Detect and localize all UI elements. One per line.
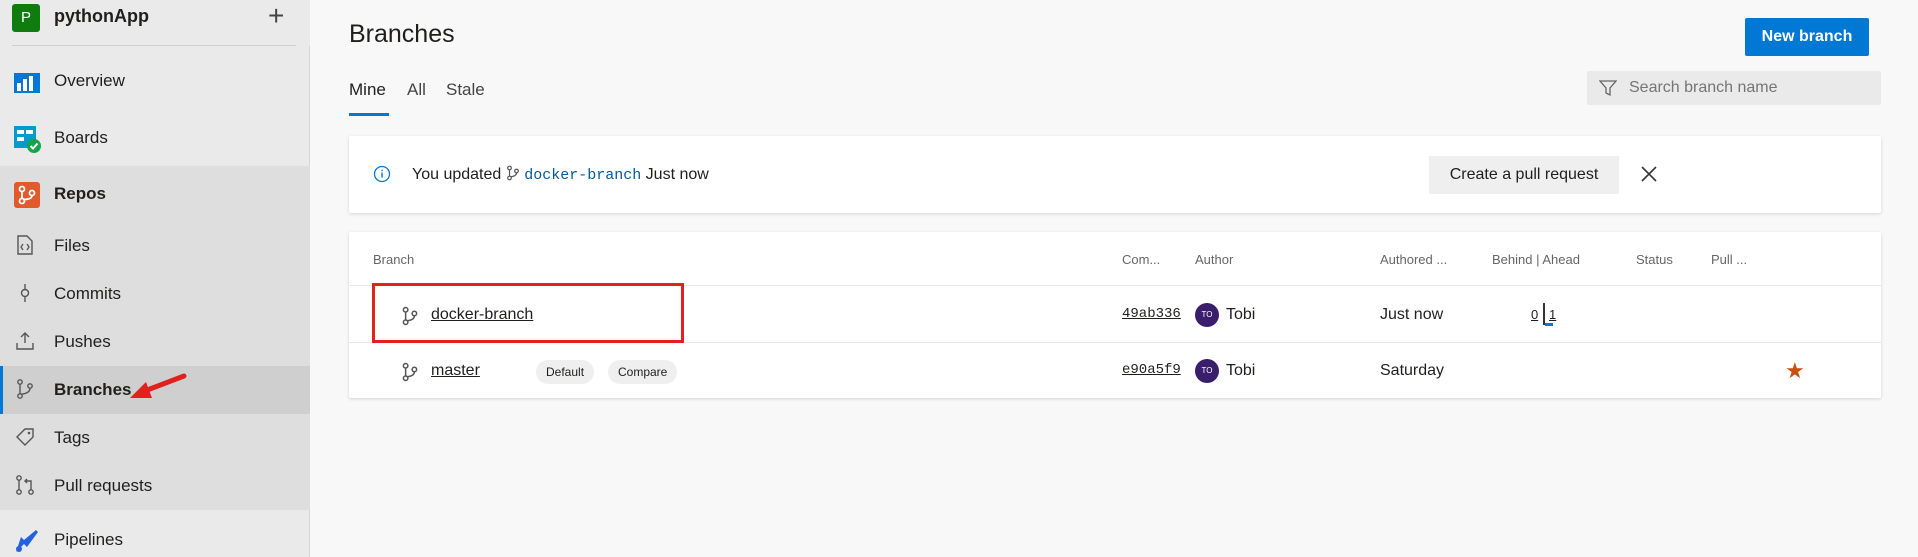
header-pull[interactable]: Pull ... bbox=[1711, 252, 1747, 267]
arrow-annotation-icon bbox=[130, 373, 187, 398]
sidebar-item-pipelines[interactable]: Pipelines bbox=[0, 516, 310, 557]
tab-mine[interactable]: Mine bbox=[349, 80, 386, 100]
sidebar-item-label: Commits bbox=[54, 284, 122, 303]
page-title: Branches bbox=[349, 20, 455, 48]
header-branch[interactable]: Branch bbox=[373, 252, 414, 267]
repos-icon bbox=[14, 182, 40, 208]
banner-suffix: Just now bbox=[645, 166, 709, 183]
default-badge: Default bbox=[536, 360, 595, 384]
filter-icon bbox=[1599, 80, 1617, 97]
commit-link[interactable]: 49ab336 bbox=[1122, 306, 1181, 322]
banner-branch-link[interactable]: docker-branch bbox=[524, 167, 641, 184]
tab-stale[interactable]: Stale bbox=[446, 80, 485, 100]
project-avatar[interactable]: P bbox=[12, 4, 40, 32]
tag-icon bbox=[16, 428, 34, 446]
branch-icon bbox=[506, 165, 519, 181]
sidebar-item-pushes[interactable]: Pushes bbox=[0, 318, 310, 366]
divider bbox=[12, 45, 296, 46]
header-authored[interactable]: Authored ... bbox=[1380, 252, 1447, 267]
compare-badge: Compare bbox=[608, 360, 678, 384]
sidebar-item-label: Pipelines bbox=[54, 530, 123, 549]
pull-request-icon bbox=[16, 475, 34, 495]
overview-icon bbox=[14, 73, 40, 93]
close-icon[interactable] bbox=[1637, 162, 1661, 186]
project-header: P pythonApp + bbox=[0, 0, 310, 46]
sidebar-item-label: Pull requests bbox=[54, 476, 153, 495]
sidebar-item-tags[interactable]: Tags bbox=[0, 414, 310, 462]
boards-icon bbox=[14, 126, 41, 153]
search-input[interactable] bbox=[1629, 76, 1869, 100]
ahead-count[interactable]: 1 bbox=[1549, 307, 1556, 322]
sidebar-item-pull-requests[interactable]: Pull requests bbox=[0, 462, 310, 510]
authored-time: Just now bbox=[1380, 306, 1444, 323]
header-author[interactable]: Author bbox=[1195, 252, 1233, 267]
create-pull-request-button[interactable]: Create a pull request bbox=[1429, 156, 1619, 194]
branch-search[interactable] bbox=[1587, 71, 1881, 105]
author-name: Tobi bbox=[1226, 362, 1256, 379]
sidebar-item-boards[interactable]: Boards bbox=[0, 114, 310, 162]
update-banner: You updated docker-branch Just now Creat… bbox=[349, 136, 1881, 213]
push-icon bbox=[16, 332, 34, 350]
sidebar-item-overview[interactable]: Overview bbox=[0, 57, 310, 105]
add-icon[interactable]: + bbox=[268, 0, 284, 32]
header-behind-ahead[interactable]: Behind | Ahead bbox=[1492, 252, 1580, 267]
pipelines-icon bbox=[16, 530, 38, 552]
commit-icon bbox=[20, 284, 30, 302]
sidebar-item-label: Branches bbox=[54, 380, 132, 399]
sidebar-item-branches[interactable]: Branches bbox=[0, 366, 310, 414]
behind-ahead-divider bbox=[1543, 303, 1545, 325]
sidebar: P pythonApp + Overview Boards Repos File… bbox=[0, 0, 310, 557]
sidebar-item-label: Tags bbox=[54, 428, 90, 447]
banner-text: You updated docker-branch Just now bbox=[412, 165, 709, 184]
banner-prefix: You updated bbox=[412, 166, 502, 183]
sidebar-item-label: Repos bbox=[54, 184, 106, 203]
sidebar-item-label: Boards bbox=[54, 128, 108, 147]
favorite-star-icon[interactable]: ★ bbox=[1785, 358, 1805, 384]
file-code-icon bbox=[17, 235, 33, 255]
sidebar-item-label: Pushes bbox=[54, 332, 111, 351]
header-status[interactable]: Status bbox=[1636, 252, 1673, 267]
avatar: TO bbox=[1195, 303, 1219, 327]
branch-name-link[interactable]: master bbox=[431, 362, 480, 380]
behind-count[interactable]: 0 bbox=[1531, 307, 1538, 322]
authored-time: Saturday bbox=[1380, 362, 1445, 379]
sidebar-item-files[interactable]: Files bbox=[0, 222, 310, 270]
repos-group: Repos Files Commits Pushes Branches Tags… bbox=[0, 166, 310, 510]
ahead-bar bbox=[1545, 323, 1553, 326]
new-branch-button[interactable]: New branch bbox=[1745, 18, 1869, 56]
branch-icon bbox=[402, 362, 418, 382]
info-icon bbox=[373, 165, 391, 183]
main-content: Branches New branch Mine All Stale You u… bbox=[311, 0, 1918, 557]
author-name: Tobi bbox=[1226, 306, 1256, 323]
tab-underline bbox=[349, 113, 389, 116]
sidebar-item-label: Overview bbox=[54, 71, 125, 90]
header-commit[interactable]: Com... bbox=[1122, 252, 1160, 267]
highlight-annotation bbox=[372, 283, 684, 343]
project-name[interactable]: pythonApp bbox=[54, 6, 149, 27]
avatar: TO bbox=[1195, 359, 1219, 383]
sidebar-item-repos[interactable]: Repos bbox=[0, 170, 310, 218]
sidebar-item-commits[interactable]: Commits bbox=[0, 270, 310, 318]
branch-icon bbox=[17, 379, 33, 399]
sidebar-item-label: Files bbox=[54, 236, 90, 255]
tab-all[interactable]: All bbox=[407, 80, 426, 100]
commit-link[interactable]: e90a5f9 bbox=[1122, 362, 1181, 378]
